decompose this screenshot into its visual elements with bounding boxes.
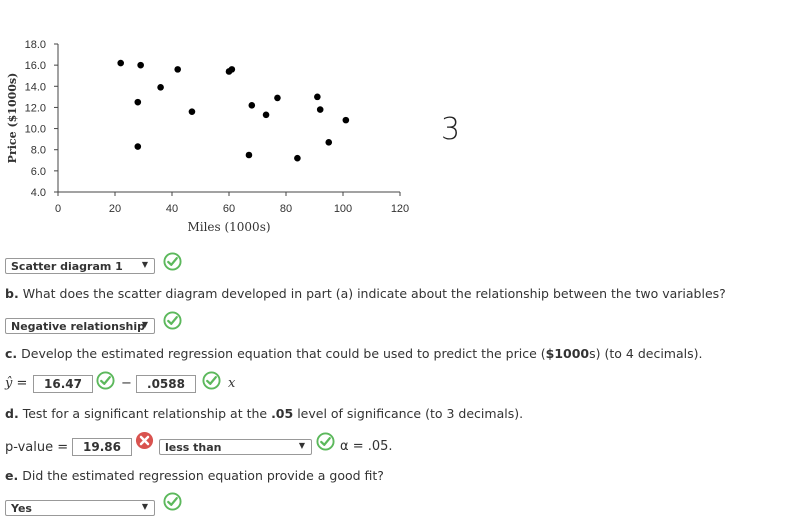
triangle-down-icon: ▼ <box>141 260 148 269</box>
triangle-down-icon: ▼ <box>141 320 148 329</box>
intercept-field[interactable]: 16.47 <box>33 375 93 393</box>
data-point <box>134 143 142 150</box>
slope-field[interactable]: .0588 <box>136 375 196 393</box>
y-tick-label: 8.0 <box>31 145 46 157</box>
equals-sign: = <box>16 376 28 391</box>
triangle-down-icon: ▼ <box>141 502 148 511</box>
check-circle-icon <box>163 311 182 330</box>
data-point <box>262 111 270 119</box>
dropdown-value: Negative relationship <box>11 320 145 333</box>
data-point <box>134 98 142 106</box>
axes: 4.0 6.0 8.0 10.0 12.0 14.0 16.0 18.0 0 20 40 60 80 10… <box>25 39 410 215</box>
check-circle-icon <box>202 371 221 390</box>
question-text-start: Develop the estimated regression equatio… <box>21 346 546 361</box>
question-text: Did the estimated regression equation pr… <box>22 468 384 483</box>
y-tick-label: 12.0 <box>25 102 46 114</box>
data-point <box>294 154 301 162</box>
comparison-dropdown[interactable]: less than ▼ <box>159 439 312 455</box>
pvalue-label: p-value = <box>5 440 69 455</box>
x-tick-label: 80 <box>280 203 292 215</box>
question-prefix: e. <box>5 468 19 483</box>
question-unit: $1000 <box>545 346 590 361</box>
dropdown-value: less than <box>165 441 222 454</box>
question-b: b. What does the scatter diagram develop… <box>5 286 726 301</box>
question-prefix: d. <box>5 406 19 421</box>
data-point <box>314 93 321 101</box>
scatter-chart: Price ($1000s) Miles (1000s) 4.0 6.0 8.0 10… <box>6 39 410 234</box>
question-text-start: Test for a significant relationship at t… <box>22 406 272 421</box>
triangle-down-icon: ▼ <box>298 441 305 450</box>
check-circle-icon <box>316 432 335 451</box>
data-point <box>245 151 253 159</box>
question-text-end: s) (to 4 decimals). <box>589 346 703 361</box>
relationship-dropdown[interactable]: Negative relationship ▼ <box>5 318 155 334</box>
good-fit-dropdown[interactable]: Yes ▼ <box>5 500 155 516</box>
minus-sign: − <box>121 376 132 391</box>
check-circle-icon <box>96 371 115 390</box>
question-c: c. Develop the estimated regression equa… <box>5 346 702 361</box>
x-axis-label: Miles (1000s) <box>187 220 270 234</box>
data-point <box>248 102 256 109</box>
question-d: d. Test for a significant relationship a… <box>5 406 523 421</box>
check-circle-icon <box>163 252 182 271</box>
y-tick-label: 10.0 <box>25 124 46 136</box>
data-points <box>117 59 350 162</box>
dropdown-value: Scatter diagram 1 <box>11 260 123 273</box>
x-circle-icon <box>135 431 154 450</box>
x-tick-label: 120 <box>391 203 409 215</box>
data-point <box>342 116 350 124</box>
question-text-end: level of significance (to 3 decimals). <box>293 406 524 421</box>
y-tick-label: 14.0 <box>25 81 46 93</box>
question-text: What does the scatter diagram developed … <box>22 286 726 301</box>
scatter-diagram-dropdown[interactable]: Scatter diagram 1 ▼ <box>5 258 155 274</box>
x-tick-label: 0 <box>55 203 61 215</box>
dropdown-value: Yes <box>11 502 32 515</box>
check-circle-icon <box>163 492 182 511</box>
x-tick-label: 100 <box>334 203 352 215</box>
question-e: e. Did the estimated regression equation… <box>5 468 384 483</box>
pvalue-field[interactable]: 19.86 <box>72 438 132 456</box>
data-point <box>228 66 236 73</box>
alpha-text: α = .05. <box>340 439 393 454</box>
data-point <box>325 139 333 146</box>
data-point <box>316 106 324 113</box>
data-point <box>117 59 124 67</box>
data-point <box>274 94 281 102</box>
data-point <box>137 61 144 69</box>
x-tick-label: 40 <box>166 203 178 215</box>
question-level: .05 <box>271 406 294 421</box>
question-prefix: b. <box>5 286 19 301</box>
y-tick-label: 6.0 <box>31 166 46 178</box>
data-point <box>188 108 196 115</box>
y-axis-label: Price ($1000s) <box>6 73 19 164</box>
data-point <box>157 84 164 91</box>
y-tick-label: 4.0 <box>31 187 46 199</box>
panel-number: 3 <box>441 112 461 147</box>
yhat-equals: ŷ = <box>5 376 27 391</box>
question-prefix: c. <box>5 346 18 361</box>
x-tick-label: 60 <box>223 203 235 215</box>
data-point <box>174 66 181 73</box>
x-tick-label: 20 <box>109 203 121 215</box>
x-variable: x <box>228 376 236 391</box>
yhat-symbol: ŷ <box>5 376 13 391</box>
y-tick-label: 16.0 <box>25 60 46 72</box>
y-tick-label: 18.0 <box>25 39 46 51</box>
